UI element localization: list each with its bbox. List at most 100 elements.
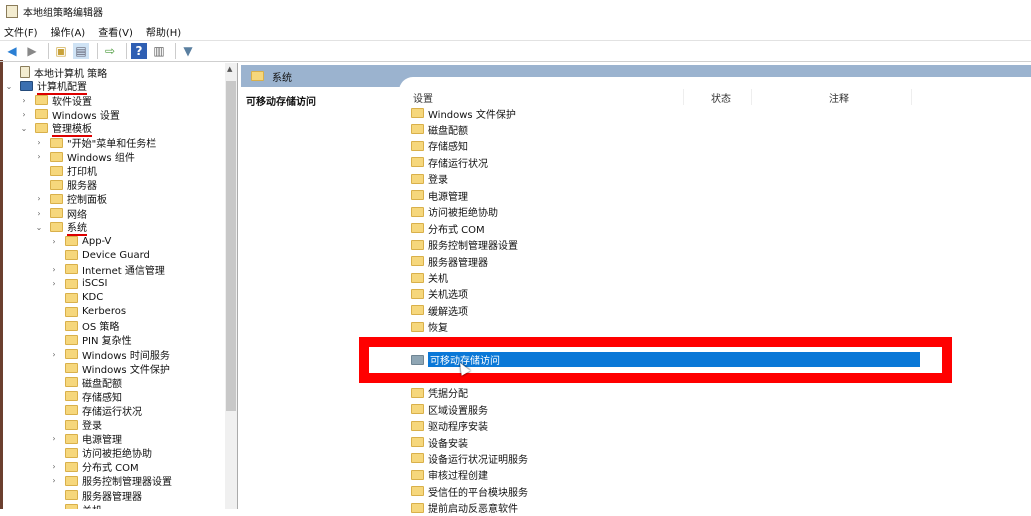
list-item[interactable]: 分布式 COM: [411, 220, 485, 236]
column-comment[interactable]: 注释: [829, 90, 849, 105]
tree-item[interactable]: ⌄ 计算机配置: [6, 79, 87, 95]
chevron-right-icon[interactable]: ›: [19, 110, 29, 119]
list-item[interactable]: 存储感知: [411, 138, 468, 154]
back-icon[interactable]: ◀: [4, 43, 20, 59]
tree-item[interactable]: ⌄ 系统: [36, 220, 87, 236]
tree-item-label: 控制面板: [67, 195, 107, 207]
tree-item[interactable]: › 服务控制管理器设置: [52, 474, 172, 489]
list-item[interactable]: 凭据分配: [411, 385, 468, 401]
list-item[interactable]: 访问被拒绝协助: [411, 204, 498, 220]
chevron-down-icon[interactable]: ⌄: [34, 223, 44, 232]
tree-item[interactable]: › 控制面板: [37, 192, 107, 207]
folder-icon: [411, 354, 424, 365]
chevron-right-icon[interactable]: ›: [49, 462, 59, 471]
folder-icon: [35, 123, 48, 134]
tree-item[interactable]: PIN 复杂性: [65, 333, 132, 347]
tree-item[interactable]: › "开始"菜单和任务栏: [37, 136, 156, 150]
list-item[interactable]: 关机: [411, 270, 448, 286]
tree-item-label: 服务控制管理器设置: [82, 477, 172, 489]
folder-icon: [65, 504, 78, 509]
tree-item[interactable]: › 分布式 COM: [52, 460, 139, 474]
chevron-right-icon[interactable]: ›: [49, 279, 59, 288]
tree-item[interactable]: KDC: [65, 291, 103, 305]
list-item[interactable]: 审核过程创建: [411, 467, 488, 483]
tree-item[interactable]: › iSCSI: [52, 277, 107, 291]
tree-item[interactable]: 磁盘配额: [65, 375, 122, 390]
tree-item[interactable]: Kerberos: [65, 305, 126, 319]
list-item[interactable]: Windows 文件保护: [411, 105, 516, 121]
chevron-right-icon[interactable]: ›: [49, 476, 59, 485]
folder-icon: [411, 321, 424, 332]
tree-item-label: Windows 组件: [67, 153, 135, 165]
folder-icon: [411, 256, 424, 267]
list-item[interactable]: 服务器管理器: [411, 253, 488, 269]
chevron-right-icon[interactable]: ›: [34, 194, 44, 203]
chevron-right-icon[interactable]: ›: [19, 96, 29, 105]
properties-icon[interactable]: ▥: [151, 43, 167, 59]
folder-icon: [50, 165, 63, 176]
tree-item-label: 服务器: [67, 181, 97, 193]
list-item[interactable]: 驱动程序安装: [411, 418, 488, 434]
list-item[interactable]: 登录: [411, 171, 448, 187]
chevron-right-icon[interactable]: ›: [34, 138, 44, 147]
tree-item[interactable]: › Internet 通信管理: [52, 262, 165, 277]
forward-icon[interactable]: ▶: [24, 43, 40, 59]
menu-action[interactable]: 操作(A): [51, 24, 86, 39]
tree-item[interactable]: › 电源管理: [52, 432, 122, 446]
list-item[interactable]: 关机选项: [411, 286, 468, 302]
tree-item-label: 登录: [82, 421, 102, 432]
list-item[interactable]: 服务控制管理器设置: [411, 237, 518, 253]
chevron-right-icon[interactable]: ›: [49, 434, 59, 443]
menu-help[interactable]: 帮助(H): [146, 24, 181, 39]
tree-item[interactable]: 关机: [65, 502, 102, 509]
tree-item[interactable]: OS 策略: [65, 319, 119, 333]
tree-item[interactable]: › Windows 时间服务: [52, 347, 170, 362]
list-item[interactable]: 受信任的平台模块服务: [411, 483, 528, 499]
tree-item[interactable]: › App-V: [52, 234, 111, 248]
help-icon[interactable]: ?: [131, 43, 147, 59]
list-item[interactable]: 存储运行状况: [411, 154, 488, 170]
tree-scrollbar[interactable]: ▲: [225, 63, 237, 509]
show-hide-tree-icon[interactable]: ▤: [73, 43, 89, 59]
tree-item[interactable]: 服务器管理器: [65, 488, 142, 503]
tree-item[interactable]: 服务器: [50, 178, 97, 192]
tree-item[interactable]: 访问被拒绝协助: [65, 446, 152, 460]
tree-item[interactable]: 登录: [65, 418, 102, 432]
list-item[interactable]: 缓解选项: [411, 302, 468, 318]
chevron-right-icon[interactable]: ›: [34, 152, 44, 161]
tree-item[interactable]: ⌄ 管理模板: [21, 121, 92, 137]
tree-item[interactable]: Device Guard: [65, 248, 150, 262]
chevron-right-icon[interactable]: ›: [49, 350, 59, 359]
scroll-up-icon[interactable]: ▲: [227, 65, 232, 73]
tree-item[interactable]: › Windows 组件: [37, 150, 135, 165]
chevron-right-icon[interactable]: ›: [49, 237, 59, 246]
list-item[interactable]: 设备安装: [411, 434, 468, 450]
chevron-right-icon[interactable]: ›: [49, 265, 59, 274]
computer-icon: [20, 81, 33, 92]
up-folder-icon[interactable]: ▣: [53, 43, 69, 59]
tree-item[interactable]: 打印机: [50, 164, 97, 178]
chevron-down-icon[interactable]: ⌄: [19, 124, 29, 133]
list-item-label: 存储运行状况: [428, 158, 488, 170]
chevron-down-icon[interactable]: ⌄: [4, 82, 14, 91]
menu-view[interactable]: 查看(V): [98, 24, 133, 39]
list-item[interactable]: 磁盘配额: [411, 121, 468, 137]
menu-file[interactable]: 文件(F): [4, 24, 38, 39]
list-item[interactable]: 设备运行状况证明服务: [411, 450, 528, 466]
tree-item[interactable]: 存储感知: [65, 389, 122, 404]
tree-item[interactable]: 存储运行状况: [65, 403, 142, 418]
column-state[interactable]: 状态: [711, 90, 731, 105]
scroll-thumb[interactable]: [226, 81, 236, 411]
list-item[interactable]: 电源管理: [411, 187, 468, 203]
export-icon[interactable]: ⇨: [102, 43, 118, 59]
list-item[interactable]: 区域设置服务: [411, 401, 488, 417]
list-item[interactable]: 提前启动反恶意软件: [411, 500, 518, 516]
list-item[interactable]: 可移动存储访问: [411, 352, 920, 368]
list-item[interactable]: 恢复: [411, 319, 448, 335]
tree-item[interactable]: › 软件设置: [22, 93, 92, 108]
tree-item[interactable]: Windows 文件保护: [65, 361, 170, 376]
chevron-right-icon[interactable]: ›: [34, 209, 44, 218]
column-setting[interactable]: 设置: [413, 90, 433, 105]
filter-icon[interactable]: ▼: [180, 43, 196, 59]
folder-icon: [411, 502, 424, 513]
